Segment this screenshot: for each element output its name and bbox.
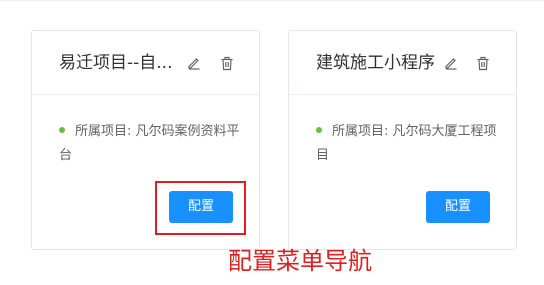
status-dot [316,127,322,133]
project-info: 所属项目: 凡尔码案例资料平台 [59,120,244,168]
project-label: 所属项目: 凡尔码案例资料平台 [59,124,240,163]
app-card: 建筑施工小程序 所属项目: 凡尔码大厦工程项目 配置 [288,30,517,250]
trash-icon[interactable] [474,54,492,72]
card-title: 建筑施工小程序 [316,53,435,73]
annotation-label: 配置菜单导航 [228,247,372,275]
card-header: 建筑施工小程序 [289,31,516,95]
top-divider [0,0,544,1]
status-dot [59,127,65,133]
project-label: 所属项目: 凡尔码大厦工程项目 [316,124,497,163]
card-title: 易迁项目--自... [59,53,173,73]
card-body: 所属项目: 凡尔码大厦工程项目 配置 [289,95,516,249]
pencil-icon[interactable] [185,54,203,72]
trash-icon[interactable] [218,54,236,72]
pencil-icon[interactable] [442,54,460,72]
config-button[interactable]: 配置 [426,191,490,223]
highlight-box [155,181,246,235]
card-header: 易迁项目--自... [32,31,259,95]
project-info: 所属项目: 凡尔码大厦工程项目 [316,120,501,168]
